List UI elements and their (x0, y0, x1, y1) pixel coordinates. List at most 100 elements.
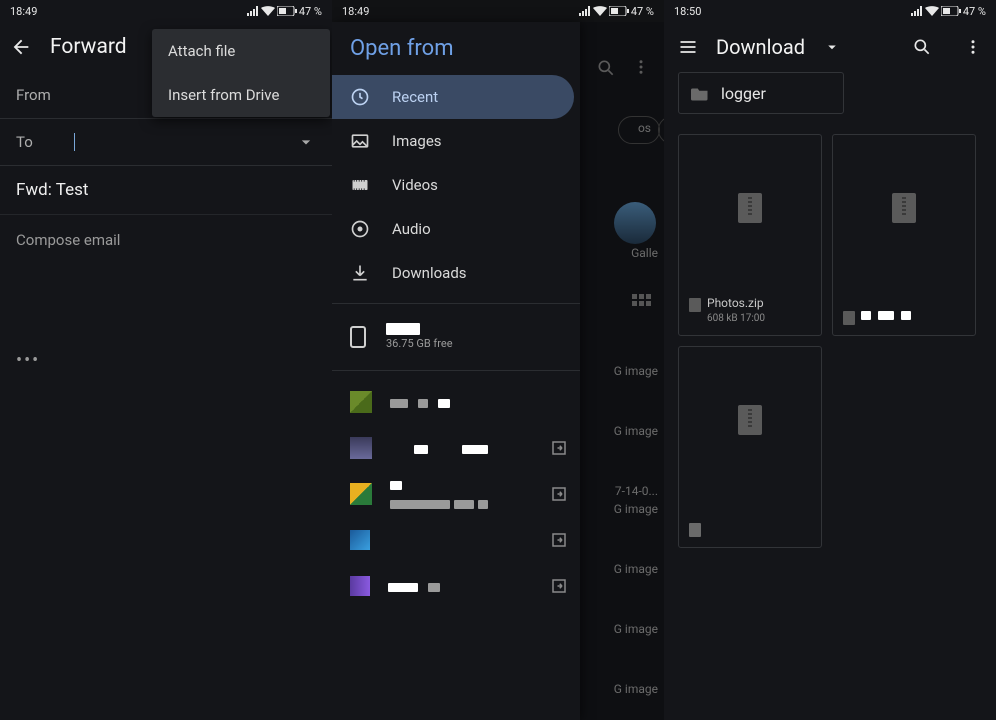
screen-picker: 18:49 47 % os D Galle G image (332, 0, 664, 720)
service-label-redacted (388, 577, 440, 596)
drive-service-icon (350, 391, 372, 413)
menu-attach-file[interactable]: Attach file (152, 29, 330, 73)
wifi-icon (593, 6, 607, 16)
nav-service[interactable] (332, 471, 580, 517)
nav-service[interactable] (332, 425, 580, 471)
zip-mini-icon (689, 298, 701, 312)
file-type-label: G image (614, 424, 658, 438)
zip-icon (738, 405, 762, 435)
nav-label: Videos (392, 176, 438, 194)
menu-insert-drive[interactable]: Insert from Drive (152, 73, 330, 117)
file-name-snippet: 7-14-0... (615, 484, 658, 498)
file-type-label: G image (614, 682, 658, 696)
nav-label: Recent (392, 88, 438, 106)
chevron-down-icon[interactable] (296, 132, 316, 152)
status-bar: 18:50 47 % (664, 0, 996, 22)
file-item[interactable] (678, 346, 822, 548)
picker-drawer: Open from Recent Images Videos Audio Dow… (332, 22, 580, 720)
file-item-photos[interactable]: Photos.zip 608 kB 17:00 (678, 134, 822, 336)
zip-icon (738, 193, 762, 223)
compose-body[interactable]: Compose email (0, 215, 332, 265)
nav-label: Images (392, 132, 442, 150)
status-bar: 18:49 47 % (0, 0, 332, 22)
open-external-icon (550, 439, 568, 457)
nav-downloads[interactable]: Downloads (332, 251, 580, 295)
open-external-icon (550, 531, 568, 549)
battery-pct: 47 % (963, 5, 986, 18)
nav-audio[interactable]: Audio (332, 207, 580, 251)
clock-icon (350, 87, 370, 107)
open-external-icon (550, 485, 568, 503)
service-icon (350, 576, 370, 596)
signal-icon (579, 6, 591, 16)
folder-name: logger (721, 84, 766, 103)
battery-icon (941, 6, 961, 16)
file-type-label: G image (614, 622, 658, 636)
folder-item[interactable]: logger (678, 72, 844, 114)
device-storage-free: 36.75 GB free (386, 337, 453, 350)
folder-icon (691, 85, 709, 101)
nav-videos[interactable]: Videos (332, 163, 580, 207)
audio-icon (350, 219, 370, 239)
file-type-label: G image (614, 364, 658, 378)
status-right: 47 % (579, 5, 654, 18)
battery-icon (277, 6, 297, 16)
service-label-redacted (390, 475, 488, 513)
screen-files: 18:50 47 % Download logger (664, 0, 996, 720)
nav-service[interactable] (332, 563, 580, 609)
open-external-icon (550, 577, 568, 595)
wifi-icon (925, 6, 939, 16)
clock: 18:49 (10, 5, 37, 18)
to-label: To (16, 133, 62, 151)
more-icon[interactable] (632, 58, 650, 76)
zip-mini-icon (843, 311, 855, 325)
filter-chip[interactable]: os (618, 116, 660, 144)
nav-label: Downloads (392, 264, 467, 282)
signal-icon (247, 6, 259, 16)
download-icon (350, 263, 370, 283)
subject-field[interactable]: Fwd: Test (0, 166, 332, 215)
file-item[interactable] (832, 134, 976, 336)
service-icon (350, 530, 370, 550)
file-mini-icon (689, 523, 701, 537)
status-bar: 18:49 47 % (332, 0, 664, 22)
battery-pct: 47 % (299, 5, 322, 18)
search-icon[interactable] (596, 58, 616, 78)
nav-recent[interactable]: Recent (332, 75, 574, 119)
clock: 18:49 (342, 5, 369, 18)
more-icon[interactable] (964, 38, 982, 56)
file-name: Photos.zip (707, 296, 765, 312)
nav-label: Audio (392, 220, 431, 238)
wifi-icon (261, 6, 275, 16)
chevron-down-icon[interactable] (823, 38, 841, 56)
file-meta: 608 kB 17:00 (707, 312, 765, 325)
gallery-app-icon[interactable] (614, 202, 656, 244)
screen-compose: 18:49 47 % Forward From To Fwd: Test Com… (0, 0, 332, 720)
nav-service[interactable] (332, 517, 580, 563)
device-name-redacted (386, 323, 420, 335)
file-type-label: G image (614, 502, 658, 516)
hamburger-icon[interactable] (678, 37, 698, 57)
image-icon (350, 131, 370, 151)
nav-device-storage[interactable]: 36.75 GB free (332, 312, 580, 362)
service-icon (350, 437, 372, 459)
to-field[interactable]: To (0, 119, 332, 166)
phone-icon (350, 326, 366, 348)
page-title: Forward (50, 35, 127, 59)
signal-icon (911, 6, 923, 16)
nav-images[interactable]: Images (332, 119, 580, 163)
quoted-text-toggle[interactable]: ••• (16, 350, 40, 371)
text-cursor (74, 133, 75, 151)
nav-service[interactable] (332, 379, 580, 425)
back-icon[interactable] (10, 36, 32, 58)
status-right: 47 % (247, 5, 322, 18)
gallery-label: Galle (631, 246, 658, 260)
battery-pct: 47 % (631, 5, 654, 18)
search-icon[interactable] (912, 37, 932, 57)
grid-view-icon[interactable] (632, 294, 650, 312)
file-type-label: G image (614, 562, 658, 576)
service-label-redacted (390, 393, 450, 412)
files-header: Download (664, 22, 996, 72)
folder-title[interactable]: Download (716, 35, 805, 59)
video-icon (350, 175, 370, 195)
